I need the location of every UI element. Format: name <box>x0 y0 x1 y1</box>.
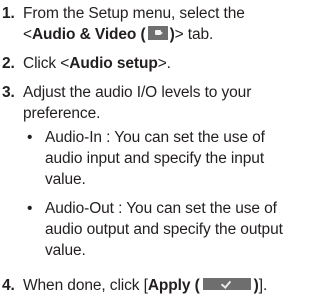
step-line: <Audio & Video ()> tab. <box>23 24 319 45</box>
bullet-dot: • <box>27 200 33 217</box>
text-fragment: ]. <box>258 277 268 294</box>
step-line: When done, click [Apply ()]. <box>23 275 319 296</box>
step-text: From the Setup menu, select the <Audio &… <box>23 3 319 45</box>
button-name: Apply ( <box>147 277 200 294</box>
bracket-open: < <box>23 26 32 43</box>
tab-name: Audio & Video ( <box>31 26 146 43</box>
bullet-text: Audio-Out : You can set the use of audio… <box>45 198 283 261</box>
step-number: 2. <box>2 55 15 72</box>
step-number: 1. <box>2 5 15 22</box>
text-fragment: When done, click [ <box>23 277 148 294</box>
bullet-dot: • <box>27 129 33 146</box>
bullet-line: value. <box>45 242 86 259</box>
bullet-line: audio input and specify the input <box>45 150 265 167</box>
step-line: From the Setup menu, select the <box>23 5 245 22</box>
text-fragment: >. <box>157 55 171 72</box>
step-text: When done, click [Apply ()]. <box>23 275 319 296</box>
bullet-line: Audio-Out : You can set the use of <box>45 200 277 217</box>
bullet-line: Audio-In : You can set the use of <box>45 129 265 146</box>
apply-check-icon <box>202 278 251 290</box>
instruction-list: 1. From the Setup menu, select the <Audi… <box>0 0 322 302</box>
step-text: Click <Audio setup>. <box>23 53 319 74</box>
bullet-line: audio output and specify the output <box>45 221 283 238</box>
button-name: Audio setup <box>69 55 158 72</box>
step-line: Adjust the audio I/O levels to your <box>23 84 252 101</box>
step-number: 3. <box>2 84 15 101</box>
bullet-line: value. <box>45 171 86 188</box>
bracket-close: > tab. <box>174 26 214 43</box>
step-line: preference. <box>23 105 101 122</box>
step-number: 4. <box>2 277 15 294</box>
bullet-text: Audio-In : You can set the use of audio … <box>45 127 265 190</box>
step-text: Adjust the audio I/O levels to your pref… <box>23 82 319 124</box>
audio-video-tab-icon <box>147 26 168 40</box>
step-line: Click <Audio setup>. <box>23 53 319 74</box>
text-fragment: Click < <box>23 55 70 72</box>
